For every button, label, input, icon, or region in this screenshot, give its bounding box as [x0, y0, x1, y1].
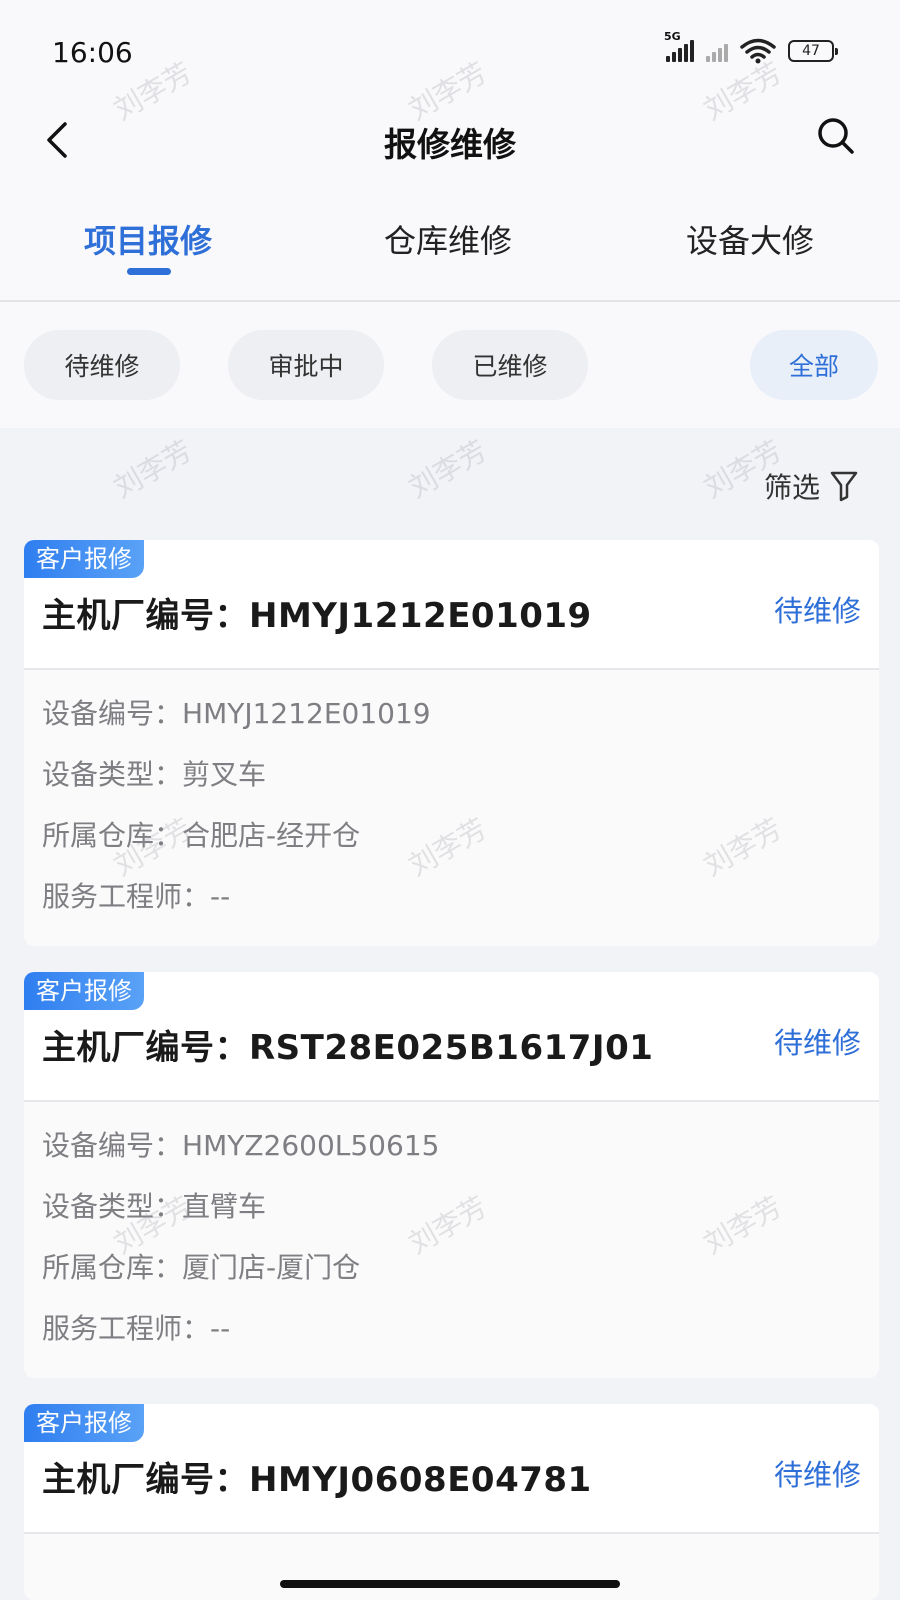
search-button[interactable] — [812, 112, 860, 160]
repair-card[interactable]: 客户报修 主机厂编号：HMYJ1212E01019 待维修 设备编号：HMYJ1… — [24, 540, 879, 946]
status-time: 16:06 — [52, 36, 133, 69]
field-service-engineer: 服务工程师：-- — [42, 1312, 231, 1345]
watermark-text: 刘李芳 — [403, 434, 493, 505]
status-bar: 16:06 5G 47 — [0, 0, 900, 100]
source-badge: 客户报修 — [24, 540, 144, 578]
chip-under-approval[interactable]: 审批中 — [228, 330, 384, 400]
home-indicator[interactable] — [280, 1580, 620, 1588]
chip-repaired[interactable]: 已维修 — [432, 330, 588, 400]
battery-icon: 47 — [788, 40, 838, 62]
tab-project-repair[interactable]: 项目报修 — [84, 216, 212, 262]
active-tab-indicator — [127, 268, 171, 275]
tab-equipment-overhaul[interactable]: 设备大修 — [686, 216, 814, 262]
field-equipment-no: 设备编号：HMYJ1212E01019 — [42, 697, 431, 730]
status-label: 待维修 — [773, 594, 861, 628]
repair-card[interactable]: 客户报修 主机厂编号：RST28E025B1617J01 待维修 设备编号：HM… — [24, 972, 879, 1378]
field-equipment-type: 设备类型：剪叉车 — [42, 758, 267, 791]
app-header: 报修维修 — [0, 100, 900, 180]
field-warehouse: 所属仓库：合肥店-经开仓 — [42, 819, 361, 852]
status-label: 待维修 — [773, 1458, 861, 1492]
status-icons: 5G 47 — [664, 30, 838, 64]
funnel-icon — [830, 471, 858, 502]
status-label: 待维修 — [773, 1026, 861, 1060]
tab-warehouse-repair[interactable]: 仓库维修 — [384, 216, 512, 262]
source-badge: 客户报修 — [24, 1404, 144, 1442]
field-service-engineer: 服务工程师：-- — [42, 880, 231, 913]
card-title: 主机厂编号：HMYJ0608E04781 — [42, 1460, 592, 1500]
field-warehouse: 所属仓库：厦门店-厦门仓 — [42, 1251, 361, 1284]
search-icon — [818, 118, 854, 154]
card-header: 客户报修 主机厂编号：RST28E025B1617J01 待维修 — [24, 972, 879, 1102]
field-equipment-type: 设备类型：直臂车 — [42, 1190, 267, 1223]
field-equipment-no: 设备编号：HMYZ2600L50615 — [42, 1129, 440, 1162]
card-title: 主机厂编号：HMYJ1212E01019 — [42, 596, 592, 636]
repair-card[interactable]: 客户报修 主机厂编号：HMYJ0608E04781 待维修 — [24, 1404, 879, 1600]
card-header: 客户报修 主机厂编号：HMYJ0608E04781 待维修 — [24, 1404, 879, 1534]
page-title: 报修维修 — [384, 125, 516, 164]
secondary-signal-icon — [706, 40, 728, 62]
card-header: 客户报修 主机厂编号：HMYJ1212E01019 待维修 — [24, 540, 879, 670]
status-filter-chips: 待维修 审批中 已维修 全部 — [0, 302, 900, 428]
filter-label: 筛选 — [763, 471, 820, 504]
watermark-text: 刘李芳 — [108, 434, 198, 505]
card-body: 设备编号：HMYZ2600L50615 设备类型：直臂车 所属仓库：厦门店-厦门… — [24, 1102, 879, 1378]
cellular-signal-icon: 5G — [664, 30, 694, 62]
card-title: 主机厂编号：RST28E025B1617J01 — [42, 1028, 654, 1068]
wifi-icon — [740, 38, 776, 64]
filter-button[interactable]: 筛选 — [764, 466, 858, 506]
chip-all[interactable]: 全部 — [750, 330, 878, 400]
tab-bar: 项目报修 仓库维修 设备大修 — [0, 180, 900, 302]
network-type-label: 5G — [664, 30, 681, 43]
chip-pending-repair[interactable]: 待维修 — [24, 330, 180, 400]
source-badge: 客户报修 — [24, 972, 144, 1010]
card-body: 设备编号：HMYJ1212E01019 设备类型：剪叉车 所属仓库：合肥店-经开… — [24, 670, 879, 946]
battery-level: 47 — [802, 43, 820, 59]
